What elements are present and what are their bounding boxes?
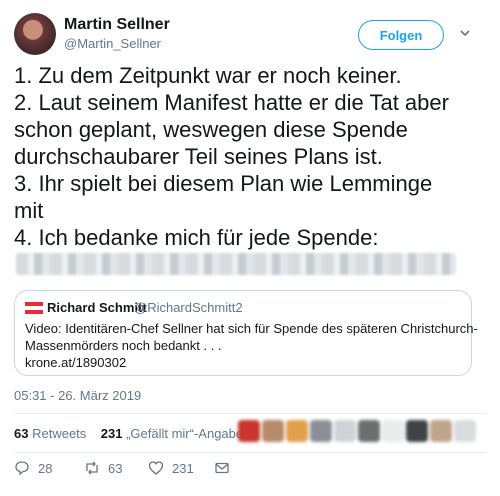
quoted-line: Video: Identitären-Chef Sellner hat sich… xyxy=(25,321,478,336)
liker-avatar[interactable] xyxy=(382,420,404,442)
retweets-label[interactable]: Retweets xyxy=(32,426,86,441)
divider xyxy=(14,413,486,414)
tweet-timestamp[interactable]: 05:31 - 26. März 2019 xyxy=(14,388,141,403)
liker-avatar[interactable] xyxy=(238,420,260,442)
liker-avatar[interactable] xyxy=(358,420,380,442)
likes-count[interactable]: 231 xyxy=(101,426,123,441)
heart-icon xyxy=(148,461,164,475)
flag-stripe-bottom xyxy=(25,310,43,314)
reply-count: 28 xyxy=(38,460,53,476)
tweet-line: durchschaubarer Teil seines Plans ist. xyxy=(14,144,383,169)
quoted-line: Massenmörders noch bedankt . . . xyxy=(25,338,222,353)
quoted-author-name: Richard Schmitt xyxy=(47,300,147,315)
likes-label[interactable]: „Gefällt mir“-Angaben xyxy=(126,426,250,441)
flag-stripe-middle xyxy=(25,306,43,310)
retweet-icon xyxy=(86,461,98,475)
liker-avatar[interactable] xyxy=(310,420,332,442)
liker-avatar[interactable] xyxy=(334,420,356,442)
tweet-text: 1. Zu dem Zeitpunkt war er noch keiner. … xyxy=(14,62,490,251)
flag-stripe-top xyxy=(25,302,43,306)
retweet-button[interactable]: 63 xyxy=(84,460,122,476)
liker-avatar[interactable] xyxy=(262,420,284,442)
engagement-stats: 63 Retweets 231 „Gefällt mir“-Angaben xyxy=(14,426,250,441)
blurred-link[interactable] xyxy=(16,253,456,275)
tweet-line: mit xyxy=(14,198,44,223)
tweet-line: schon geplant, weswegen diese Spende xyxy=(14,117,408,142)
liker-avatars xyxy=(238,420,484,446)
tweet-line: 4. Ich bedanke mich für jede Spende: xyxy=(14,225,379,250)
tweet-line: 3. Ihr spielt bei diesem Plan wie Lemmin… xyxy=(14,171,433,196)
tweet-line: 1. Zu dem Zeitpunkt war er noch keiner. xyxy=(14,63,402,88)
follow-button[interactable]: Folgen xyxy=(358,20,444,50)
author-avatar[interactable] xyxy=(14,13,56,55)
liker-avatar[interactable] xyxy=(454,420,476,442)
envelope-icon xyxy=(215,462,229,474)
chevron-down-icon[interactable] xyxy=(458,26,472,40)
liker-avatar[interactable] xyxy=(286,420,308,442)
quoted-line: krone.at/1890302 xyxy=(25,355,127,370)
retweet-count: 63 xyxy=(108,460,123,476)
tweet-line: 2. Laut seinem Manifest hatte er die Tat… xyxy=(14,90,449,115)
like-count: 231 xyxy=(172,460,194,476)
author-handle[interactable]: @Martin_Sellner xyxy=(64,36,161,51)
reply-button[interactable]: 28 xyxy=(14,460,52,476)
like-button[interactable]: 231 xyxy=(148,460,194,476)
quoted-tweet-text: Video: Identitären-Chef Sellner hat sich… xyxy=(25,320,478,371)
liker-avatar[interactable] xyxy=(406,420,428,442)
action-bar: 28 63 231 xyxy=(14,460,264,482)
author-name[interactable]: Martin Sellner xyxy=(64,16,170,34)
reply-icon xyxy=(15,461,29,476)
liker-avatar[interactable] xyxy=(430,420,452,442)
direct-message-button[interactable] xyxy=(214,460,238,476)
austria-flag-icon xyxy=(25,302,43,314)
retweets-count[interactable]: 63 xyxy=(14,426,28,441)
divider xyxy=(14,452,486,453)
quoted-author-handle: @RichardSchmitt2 xyxy=(134,300,243,315)
